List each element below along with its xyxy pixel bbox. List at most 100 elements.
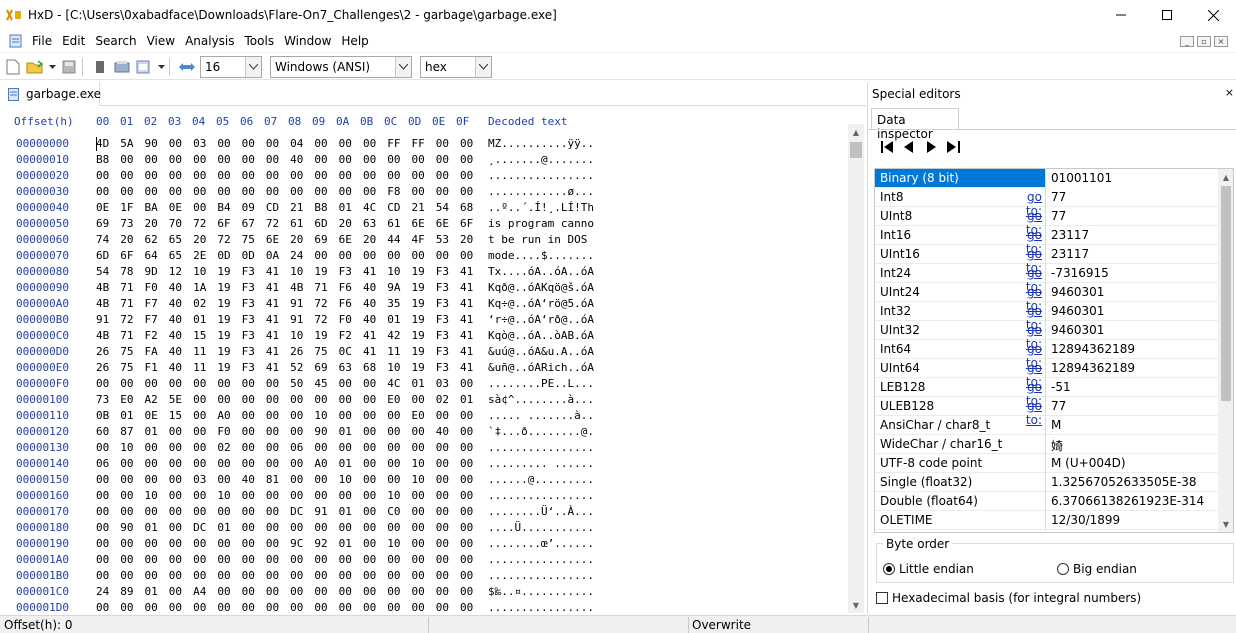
decoded-text[interactable]: `‡...ð........@.: [488, 425, 594, 438]
inspector-value[interactable]: 23117: [1051, 228, 1089, 242]
inspector-row[interactable]: Int24 go to: -7316915: [875, 264, 1218, 294]
decoded-text[interactable]: ......... ......: [488, 457, 594, 470]
inspector-value[interactable]: 婍: [1051, 437, 1063, 454]
hex-bytes[interactable]: 00 00 00 00 03 00 40 81 00 00 10 00 00 1…: [96, 473, 476, 486]
close-button[interactable]: [1190, 0, 1236, 30]
inspector-value[interactable]: -7316915: [1051, 266, 1109, 280]
decoded-text[interactable]: $‰..¤...........: [488, 585, 594, 598]
decoded-text[interactable]: ¸.......@.......: [488, 153, 594, 166]
last-icon[interactable]: [946, 140, 960, 154]
inspector-value[interactable]: M (U+004D): [1051, 456, 1126, 470]
hex-bytes[interactable]: B8 00 00 00 00 00 00 00 40 00 00 00 00 0…: [96, 153, 476, 166]
hex-bytes[interactable]: 00 00 10 00 00 10 00 00 00 00 00 00 10 0…: [96, 489, 476, 502]
decoded-text[interactable]: Kq÷@..óA‘rö@5.óA: [488, 297, 594, 310]
hex-bytes[interactable]: 6D 6F 64 65 2E 0D 0D 0A 24 00 00 00 00 0…: [96, 249, 476, 262]
editor-scrollbar[interactable]: ▲ ▼: [848, 124, 864, 613]
decoded-text[interactable]: t be run in DOS: [488, 233, 594, 246]
big-endian-radio[interactable]: Big endian: [1057, 562, 1137, 576]
decoded-text[interactable]: ................: [488, 553, 594, 566]
hex-bytes[interactable]: 69 73 20 70 72 6F 67 72 61 6D 20 63 61 6…: [96, 217, 476, 230]
maximize-button[interactable]: [1144, 0, 1190, 30]
hex-bytes[interactable]: 00 00 00 00 00 00 00 00 50 45 00 00 4C 0…: [96, 377, 476, 390]
decoded-text[interactable]: Tx....óA..óA..óA: [488, 265, 594, 278]
menu-help[interactable]: Help: [336, 31, 373, 51]
decoded-text[interactable]: &uú@..óA&u.A..óA: [488, 345, 594, 358]
inspector-value[interactable]: 77: [1051, 399, 1066, 413]
tab-data-inspector[interactable]: Data inspector: [871, 108, 959, 141]
process-dropdown-icon[interactable]: [157, 58, 165, 76]
inspector-row[interactable]: UTF-8 code point M (U+004D): [875, 454, 1218, 473]
decoded-text[interactable]: ....Ü...........: [488, 521, 594, 534]
save-icon[interactable]: [60, 58, 78, 76]
hex-bytes[interactable]: 91 72 F7 40 01 19 F3 41 91 72 F0 40 01 1…: [96, 313, 476, 326]
menu-search[interactable]: Search: [90, 31, 141, 51]
hex-bytes[interactable]: 00 00 00 00 00 00 00 00 00 00 00 00 F8 0…: [96, 185, 476, 198]
inspector-row[interactable]: Binary (8 bit) 01001101: [875, 169, 1218, 188]
inspector-value[interactable]: 12894362189: [1051, 342, 1135, 356]
next-icon[interactable]: [924, 140, 938, 154]
scroll-thumb[interactable]: [850, 142, 862, 158]
hex-bytes[interactable]: 4D 5A 90 00 03 00 00 00 04 00 00 00 FF F…: [96, 137, 476, 150]
inspector-row[interactable]: ULEB128 go to: 77: [875, 397, 1218, 427]
decoded-text[interactable]: Kqð@..óAKqö@š.óA: [488, 281, 594, 294]
mdi-close-button[interactable]: ×: [1214, 36, 1228, 47]
hex-bytes[interactable]: 00 00 00 00 00 00 00 00 9C 92 01 00 10 0…: [96, 537, 476, 550]
menu-tools[interactable]: Tools: [240, 31, 280, 51]
inspector-value[interactable]: 12894362189: [1051, 361, 1135, 375]
inspector-row[interactable]: LEB128 go to: -51: [875, 378, 1218, 408]
open-dropdown-icon[interactable]: [48, 58, 56, 76]
decoded-text[interactable]: ................: [488, 569, 594, 582]
decoded-text[interactable]: ..... .......à..: [488, 409, 594, 422]
inspector-row[interactable]: AnsiChar / char8_t M: [875, 416, 1218, 435]
menu-window[interactable]: Window: [279, 31, 336, 51]
decoded-text[interactable]: ............ø...: [488, 185, 594, 198]
mdi-minimize-button[interactable]: _: [1180, 36, 1194, 47]
inspector-row[interactable]: Int64 go to: 12894362189: [875, 340, 1218, 370]
mdi-restore-button[interactable]: ▫: [1197, 36, 1211, 47]
hex-bytes[interactable]: 73 E0 A2 5E 00 00 00 00 00 00 00 00 E0 0…: [96, 393, 476, 406]
decoded-text[interactable]: ........œ’......: [488, 537, 594, 550]
hex-bytes[interactable]: 00 00 00 00 00 00 00 00 00 00 00 00 00 0…: [96, 569, 476, 582]
menu-file[interactable]: File: [27, 31, 57, 51]
hex-bytes[interactable]: 4B 71 F7 40 02 19 F3 41 91 72 F6 40 35 1…: [96, 297, 476, 310]
decoded-text[interactable]: sà¢^........à...: [488, 393, 594, 406]
first-icon[interactable]: [880, 140, 894, 154]
offset-base-select[interactable]: hex: [420, 55, 492, 78]
hex-bytes[interactable]: 74 20 62 65 20 72 75 6E 20 69 6E 20 44 4…: [96, 233, 476, 246]
decoded-text[interactable]: is program canno: [488, 217, 594, 230]
open-process-icon[interactable]: [135, 58, 153, 76]
inspector-row[interactable]: Single (float32) 1.32567052633505E-38: [875, 473, 1218, 492]
hex-bytes[interactable]: 0B 01 0E 15 00 A0 00 00 00 10 00 00 00 E…: [96, 409, 476, 422]
inspector-row[interactable]: UInt32 go to: 9460301: [875, 321, 1218, 351]
inspector-value[interactable]: 9460301: [1051, 304, 1104, 318]
inspector-row[interactable]: UInt64 go to: 12894362189: [875, 359, 1218, 389]
hex-editor[interactable]: Offset(h) 00 01 02 03 04 05 06 07 08 09 0A 0B 0C 0D 0E…: [0, 107, 866, 614]
hex-bytes[interactable]: 54 78 9D 12 10 19 F3 41 10 19 F3 41 10 1…: [96, 265, 476, 278]
decoded-text[interactable]: ......@.........: [488, 473, 594, 486]
inspector-row[interactable]: Int16 go to: 23117: [875, 226, 1218, 256]
hex-bytes[interactable]: 0E 1F BA 0E 00 B4 09 CD 21 B8 01 4C CD 2…: [96, 201, 476, 214]
menu-view[interactable]: View: [142, 31, 180, 51]
decoded-text[interactable]: ................: [488, 601, 594, 614]
charset-select[interactable]: Windows (ANSI): [270, 55, 412, 78]
hex-bytes[interactable]: 26 75 F1 40 11 19 F3 41 52 69 63 68 10 1…: [96, 361, 476, 374]
decoded-text[interactable]: MZ..........ÿÿ..: [488, 137, 594, 150]
hex-bytes[interactable]: 00 90 01 00 DC 01 00 00 00 00 00 00 00 0…: [96, 521, 476, 534]
hex-bytes[interactable]: 00 00 00 00 00 00 00 00 00 00 00 00 00 0…: [96, 169, 476, 182]
scroll-down-icon[interactable]: ▼: [1218, 516, 1233, 532]
decoded-text[interactable]: &uñ@..óARich..óA: [488, 361, 594, 374]
decoded-text[interactable]: ........PE..L...: [488, 377, 594, 390]
hex-bytes[interactable]: 00 00 00 00 00 00 00 00 00 00 00 00 00 0…: [96, 601, 476, 614]
inspector-value[interactable]: 9460301: [1051, 323, 1104, 337]
decoded-text[interactable]: ..º..´.Í!¸.LÍ!Th: [488, 201, 594, 214]
ram-editor-icon[interactable]: [91, 58, 109, 76]
decoded-text[interactable]: ........Ü‘..À...: [488, 505, 594, 518]
tab-garbage-exe[interactable]: garbage.exe: [0, 82, 101, 106]
inspector-value[interactable]: 01001101: [1051, 171, 1112, 185]
minimize-button[interactable]: [1098, 0, 1144, 30]
new-file-icon[interactable]: [4, 58, 22, 76]
inspector-row[interactable]: WideChar / char16_t 婍: [875, 435, 1218, 454]
inspector-scrollbar[interactable]: ▲ ▼: [1218, 169, 1233, 532]
inspector-value[interactable]: 77: [1051, 209, 1066, 223]
inspector-row[interactable]: UInt24 go to: 9460301: [875, 283, 1218, 313]
